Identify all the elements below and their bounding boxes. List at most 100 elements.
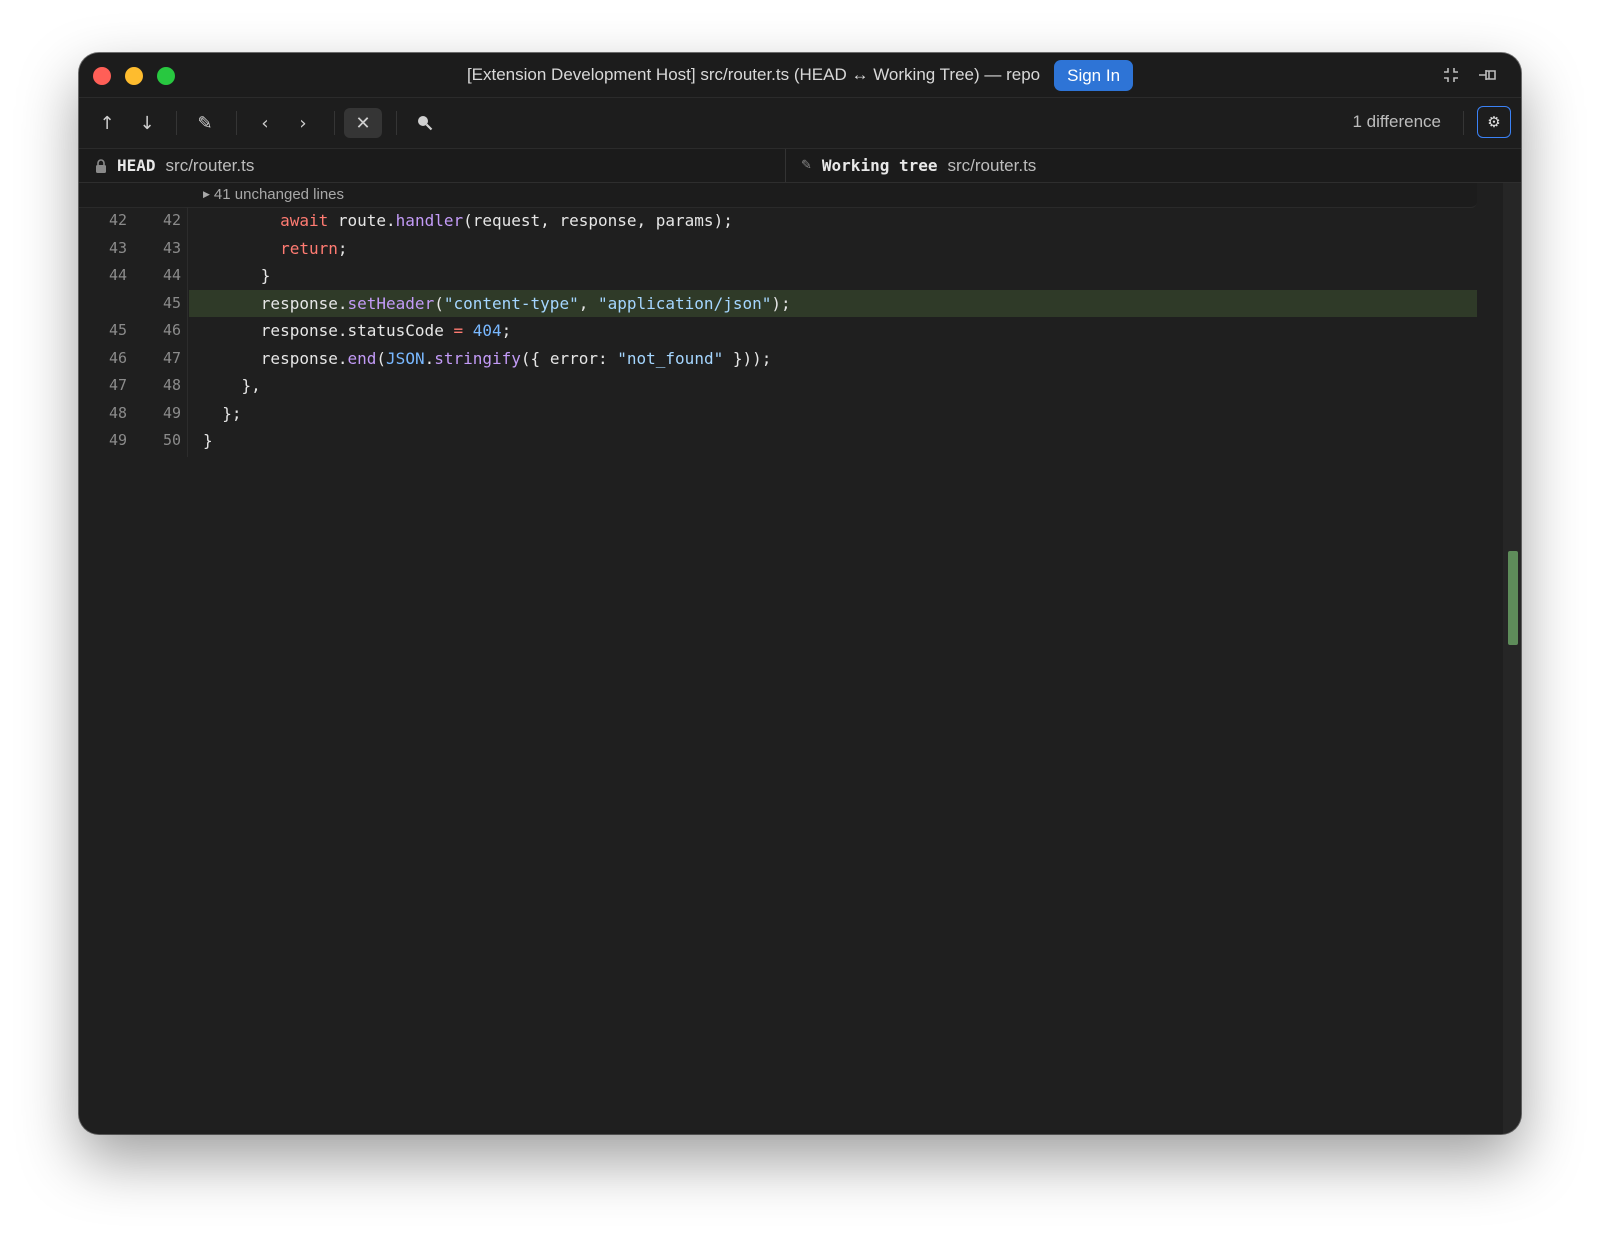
old-line-number: 48	[108, 403, 127, 422]
added-line[interactable]: 45 response.setHeader("content-type", "a…	[79, 289, 1477, 318]
new-line-number: 50	[162, 431, 181, 449]
arrow-down-icon: ↓	[139, 112, 155, 134]
code-token: );	[771, 293, 791, 313]
search-button[interactable]	[406, 108, 444, 138]
old-line-number: 44	[108, 266, 127, 284]
code-line[interactable]: 45 46 response.statusCode = 404;	[79, 317, 1477, 345]
code-token: ;	[337, 238, 348, 258]
new-line-number: 47	[162, 348, 181, 367]
new-line-number: 43	[162, 238, 181, 257]
code-cell: return;	[189, 235, 1477, 263]
collapse-icon[interactable]	[1441, 65, 1461, 90]
chevron-right-icon: ›	[299, 112, 307, 134]
unchanged-lines-fold[interactable]: ▶ 41 unchanged lines	[79, 183, 1477, 208]
edit-button[interactable]: ✎	[186, 108, 224, 138]
previous-change-button[interactable]: ↑	[88, 108, 126, 138]
code-cell: }	[189, 427, 1477, 455]
code-token: ({ error:	[520, 348, 618, 368]
code-text: await route.handler(request, response, p…	[203, 207, 733, 235]
expand-triangle-icon: ▶	[203, 189, 210, 199]
code-token: }	[203, 266, 271, 285]
code-text: }	[203, 427, 213, 455]
old-line-number: 45	[108, 321, 127, 339]
code-token: "application/json"	[597, 293, 772, 313]
chevron-left-icon: ‹	[261, 112, 269, 134]
next-change-button[interactable]: ↓	[128, 108, 166, 138]
old-line-number: 42	[108, 211, 127, 229]
window-title-area: [Extension Development Host] src/router.…	[79, 53, 1521, 97]
code-token: await	[280, 211, 329, 230]
diff-editor-window: [Extension Development Host] src/router.…	[79, 53, 1521, 1134]
next-file-button[interactable]: ›	[284, 108, 322, 138]
code-text: response.end(JSON.stringify({ error: "no…	[203, 345, 772, 373]
code-token: }	[203, 431, 213, 450]
code-line[interactable]: 47 48 },	[79, 372, 1477, 400]
right-file-path: src/router.ts	[947, 155, 1037, 175]
code-text: },	[203, 372, 261, 400]
collapse-icon: ✕	[355, 112, 371, 134]
code-token: ;	[501, 321, 512, 340]
old-line-number: 46	[108, 348, 127, 367]
diff-toolbar: ↑ ↓ ✎ ‹ › ✕ 1 difference ⚙	[79, 98, 1521, 149]
right-pane-header: ✎ Working tree src/router.ts	[801, 149, 1036, 182]
code-line[interactable]: 44 44 }	[79, 262, 1477, 290]
code-token: (	[434, 293, 444, 313]
code-cell: response.setHeader("content-type", "appl…	[189, 289, 1477, 318]
pencil-icon: ✎	[801, 158, 812, 173]
code-token: =	[453, 321, 464, 340]
new-line-number: 44	[162, 266, 181, 284]
settings-button[interactable]: ⚙	[1477, 106, 1511, 138]
code-line[interactable]: 46 47 response.end(JSON.stringify({ error…	[79, 345, 1477, 373]
code-text: response.statusCode = 404;	[203, 317, 511, 345]
new-line-number: 48	[162, 376, 181, 394]
code-cell: };	[189, 400, 1477, 428]
code-token: "content-type"	[443, 293, 579, 313]
new-line-number: 42	[162, 211, 181, 229]
code-text: response.setHeader("content-type", "appl…	[203, 290, 791, 318]
old-line-number: 47	[108, 376, 127, 394]
collapse-unchanged-button[interactable]: ✕	[344, 108, 382, 138]
code-text: return;	[203, 235, 348, 263]
code-cell: },	[189, 372, 1477, 400]
toolbar-separator	[396, 111, 397, 135]
previous-file-button[interactable]: ‹	[246, 108, 284, 138]
vertical-scrollbar[interactable]	[1503, 183, 1521, 1134]
code-cell: }	[189, 262, 1477, 290]
code-line[interactable]: 42 42 await route.handler(request, respon…	[79, 207, 1477, 235]
code-token: (request, response, params);	[463, 211, 733, 230]
code-token: response.statusCode	[203, 321, 454, 340]
right-ref-label: Working tree	[821, 156, 938, 175]
sign-in-button[interactable]: Sign In	[1054, 59, 1134, 91]
difference-count: 1 difference	[1352, 112, 1441, 131]
pencil-icon: ✎	[197, 112, 213, 134]
unchanged-lines-label[interactable]: ▶ 41 unchanged lines	[203, 186, 344, 203]
code-text: };	[203, 400, 242, 428]
pane-headers: HEAD src/router.ts ✎ Working tree src/ro…	[79, 149, 1521, 183]
code-token: };	[203, 403, 242, 423]
code-line[interactable]: 49 50}	[79, 427, 1477, 455]
new-line-number: 46	[162, 321, 181, 339]
search-icon	[418, 116, 433, 131]
code-token: ,	[578, 293, 598, 313]
code-token: .	[424, 348, 435, 368]
lock-icon	[96, 158, 106, 173]
code-token: stringify	[434, 348, 521, 368]
code-line[interactable]: 43 43 return;	[79, 235, 1477, 263]
code-token: 404	[472, 321, 502, 340]
code-line[interactable]: 48 49 };	[79, 400, 1477, 428]
window-title: [Extension Development Host] src/router.…	[466, 65, 1041, 84]
diff-editor[interactable]: ▶ 41 unchanged lines 42 42 await route.han…	[79, 183, 1503, 1134]
code-cell: response.end(JSON.stringify({ error: "no…	[189, 345, 1477, 373]
code-token: route.	[328, 211, 396, 230]
left-pane-header: HEAD src/router.ts	[95, 149, 254, 182]
pane-divider	[785, 149, 786, 182]
arrow-up-icon: ↑	[99, 112, 115, 134]
old-line-number: 43	[108, 238, 127, 257]
code-token: return	[280, 238, 338, 258]
new-line-number: 49	[162, 403, 181, 422]
left-ref-label: HEAD	[117, 156, 156, 175]
pin-icon[interactable]	[1477, 65, 1499, 90]
